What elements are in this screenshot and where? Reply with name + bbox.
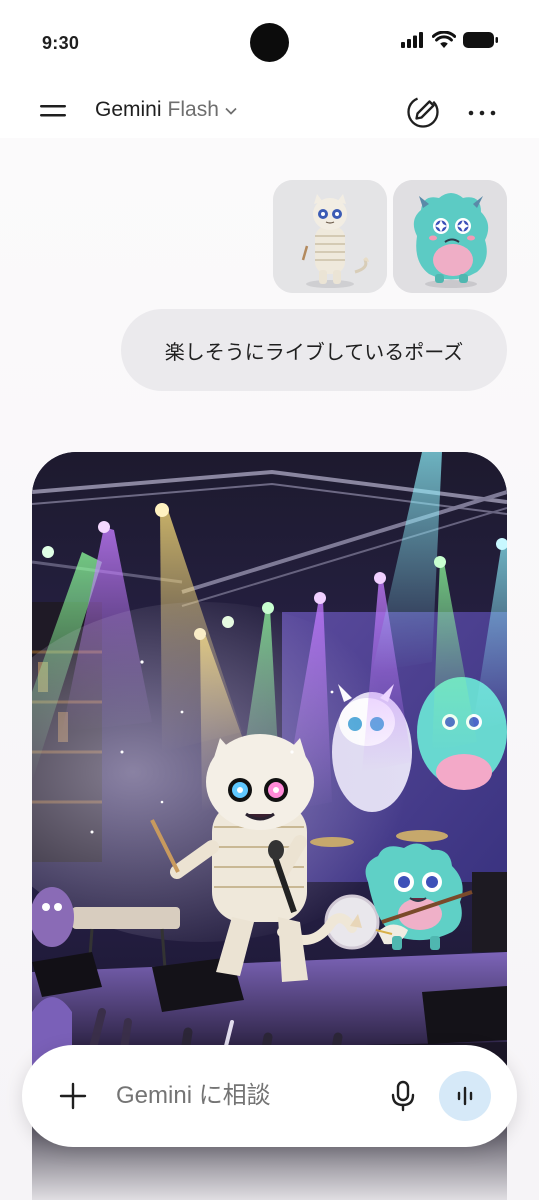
menu-icon[interactable]: [38, 98, 68, 124]
status-icons: [401, 31, 499, 49]
attachment-thumbnail-white-monster[interactable]: [273, 180, 387, 293]
plus-icon[interactable]: [56, 1079, 90, 1113]
chevron-down-icon: [225, 107, 237, 115]
status-bar: 9:30: [0, 0, 539, 88]
prompt-bar: [22, 1045, 517, 1147]
model-variant: Flash: [167, 98, 219, 121]
more-icon[interactable]: [466, 92, 498, 130]
battery-icon: [463, 32, 498, 48]
live-button[interactable]: [439, 1071, 491, 1121]
user-message-text: 楽しそうにライブしているポーズ: [164, 341, 464, 364]
model-name: Gemini: [95, 98, 162, 121]
user-message-bubble: 楽しそうにライブしているポーズ: [121, 309, 507, 391]
edit-icon[interactable]: [404, 92, 442, 130]
camera-cutout: [250, 23, 289, 62]
app-header: Gemini Flash: [0, 88, 539, 138]
mic-icon[interactable]: [388, 1079, 418, 1113]
live-waveform-icon: [457, 1086, 473, 1106]
attachment-thumbnail-teal-monster[interactable]: [393, 180, 507, 293]
status-time: 9:30: [42, 33, 80, 53]
signal-icon: [401, 32, 423, 48]
wifi-icon: [432, 31, 456, 48]
prompt-input[interactable]: [116, 1075, 386, 1117]
model-switcher[interactable]: Gemini Flash: [95, 97, 237, 123]
